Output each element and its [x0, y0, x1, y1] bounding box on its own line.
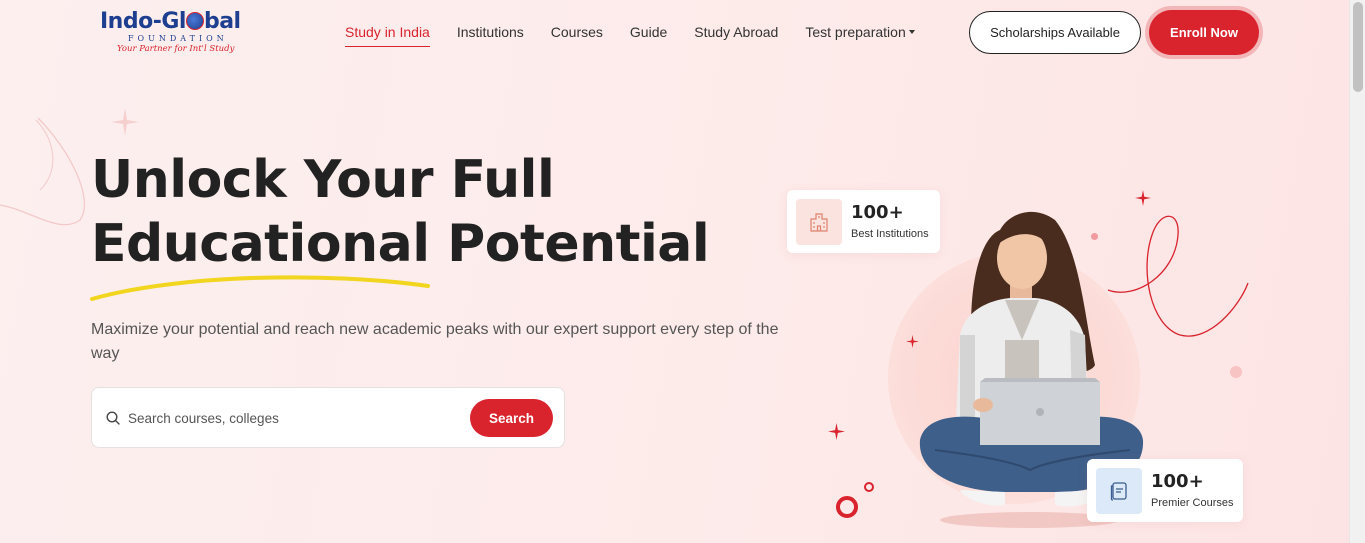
- stat-text-courses: 100+ Premier Courses: [1151, 471, 1234, 511]
- hero-headline: Unlock Your Full Educational Potential: [91, 148, 710, 276]
- brand-wordmark: Indo-Gl bal: [100, 10, 250, 34]
- stat-card-institutions: 100+ Best Institutions: [787, 190, 940, 253]
- book-icon: [1110, 481, 1127, 501]
- nav-test-preparation[interactable]: Test preparation: [805, 24, 915, 44]
- decorative-dot: [1230, 366, 1242, 378]
- brand-tagline: Your Partner for Int'l Study: [117, 44, 235, 54]
- institution-icon-box: [796, 198, 842, 245]
- courses-icon-box: [1096, 467, 1142, 514]
- sparkle-icon: [828, 423, 845, 440]
- building-icon: [810, 212, 828, 232]
- stat-label-institutions: Best Institutions: [851, 227, 929, 240]
- nav-courses[interactable]: Courses: [551, 24, 603, 44]
- decorative-ring: [864, 482, 874, 492]
- scholarships-button[interactable]: Scholarships Available: [969, 11, 1141, 54]
- headline-line-1: Unlock Your Full: [91, 150, 555, 210]
- hero-subtext: Maximize your potential and reach new ac…: [91, 321, 779, 362]
- stat-card-courses: 100+ Premier Courses: [1087, 459, 1243, 522]
- brand-name-part2: bal: [203, 9, 241, 34]
- sparkle-icon: [111, 108, 139, 136]
- enroll-now-button[interactable]: Enroll Now: [1149, 10, 1259, 55]
- scrollbar-thumb[interactable]: [1353, 2, 1363, 92]
- nav-guide[interactable]: Guide: [630, 24, 667, 44]
- page-scrollbar[interactable]: [1349, 0, 1365, 543]
- brand-name-part1: Indo-Gl: [100, 9, 186, 34]
- stat-value-courses: 100+: [1151, 470, 1204, 492]
- caret-down-icon: [908, 30, 915, 34]
- stat-value-institutions: 100+: [851, 201, 904, 223]
- decorative-swirl: [0, 117, 85, 226]
- nav-test-preparation-label: Test preparation: [805, 24, 906, 40]
- sparkle-icon: [1135, 190, 1151, 206]
- nav-study-abroad[interactable]: Study Abroad: [694, 24, 778, 44]
- stat-text-institutions: 100+ Best Institutions: [851, 202, 929, 242]
- decorative-loop: [1107, 215, 1249, 337]
- headline-underline: [90, 275, 430, 301]
- search-button[interactable]: Search: [470, 399, 553, 437]
- stat-label-courses: Premier Courses: [1151, 496, 1234, 509]
- brand-foundation: FOUNDATION: [128, 34, 228, 43]
- brand-logo[interactable]: Indo-Gl bal FOUNDATION Your Partner for I…: [100, 10, 250, 58]
- decorative-ring: [836, 496, 858, 518]
- decorative-dot: [1091, 233, 1098, 240]
- search-box: Search: [91, 387, 565, 448]
- search-input[interactable]: [128, 406, 458, 430]
- globe-icon: [185, 12, 204, 30]
- search-icon: [106, 411, 120, 425]
- main-nav: Study in India Institutions Courses Guid…: [345, 24, 915, 47]
- nav-study-in-india[interactable]: Study in India: [345, 24, 430, 47]
- headline-line-2: Educational Potential: [91, 214, 710, 274]
- nav-institutions[interactable]: Institutions: [457, 24, 524, 44]
- sparkle-icon: [906, 335, 919, 348]
